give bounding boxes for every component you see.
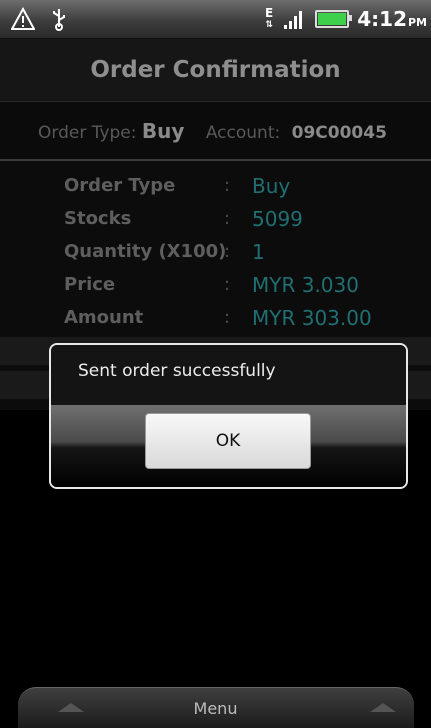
battery-icon <box>315 10 353 28</box>
order-type-label: Order Type: <box>38 123 137 143</box>
detail-row: Stocks : 5099 <box>64 207 303 231</box>
detail-row: Price : MYR 3.030 <box>64 273 359 297</box>
account-value: 09C00045 <box>291 123 387 143</box>
signal-icon <box>281 6 307 32</box>
dialog-message-area: Sent order successfully <box>51 345 406 405</box>
usb-icon <box>46 6 72 32</box>
order-summary: Order Type: Buy Account: 09C00045 <box>0 102 431 161</box>
menu-bar[interactable]: Menu <box>0 685 431 728</box>
detail-row: Amount : MYR 303.00 <box>64 306 372 330</box>
title-bar: Order Confirmation <box>0 39 431 102</box>
account-label: Account: <box>205 123 281 143</box>
order-type-value: Buy <box>141 119 185 143</box>
warning-icon <box>10 6 36 32</box>
detail-row: Quantity (X100) : 1 <box>64 240 265 264</box>
menu-label: Menu <box>193 699 238 718</box>
dialog-button-bar: OK <box>51 405 406 487</box>
detail-row: Order Type : Buy <box>64 174 291 198</box>
network-type-icon: E ⇅ <box>265 6 274 30</box>
confirmation-dialog: Sent order successfully OK <box>49 343 408 489</box>
page-title: Order Confirmation <box>90 57 341 83</box>
ok-button[interactable]: OK <box>145 413 311 469</box>
status-bar: E ⇅ 4:12PM <box>0 0 431 39</box>
dialog-message: Sent order successfully <box>78 361 276 381</box>
clock: 4:12PM <box>357 7 427 31</box>
